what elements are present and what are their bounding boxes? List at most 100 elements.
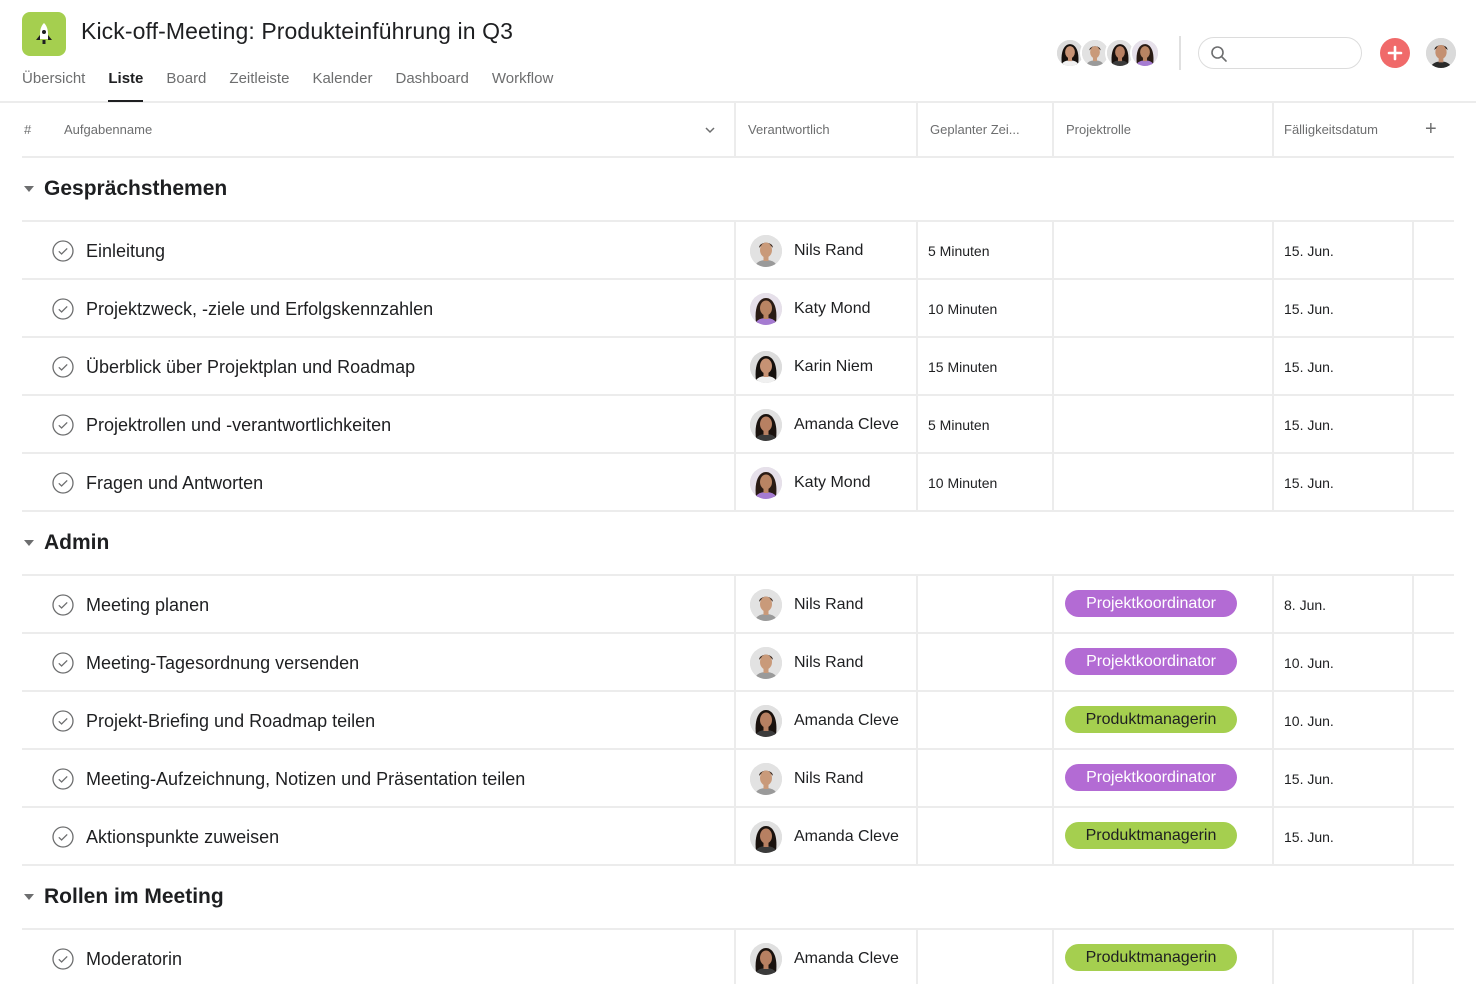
due-date[interactable]: 15. Jun. [1284,771,1334,787]
assignee[interactable]: Amanda Cleve [750,705,899,737]
due-date[interactable]: 15. Jun. [1284,829,1334,845]
project-role-badge[interactable]: Produktmanagerin [1065,944,1237,971]
task-row[interactable]: Meeting-Aufzeichnung, Notizen und Präsen… [22,750,1454,808]
complete-check-icon[interactable] [52,356,74,378]
complete-check-icon[interactable] [52,414,74,436]
assignee[interactable]: Nils Rand [750,589,863,621]
member-avatar[interactable] [1130,38,1160,68]
complete-check-icon[interactable] [52,298,74,320]
task-name[interactable]: Projektrollen und -verantwortlichkeiten [86,415,391,436]
tab-kalender[interactable]: Kalender [312,70,372,102]
due-date[interactable]: 15. Jun. [1284,475,1334,491]
collapse-triangle-icon[interactable] [24,894,34,900]
due-date[interactable]: 15. Jun. [1284,243,1334,259]
assignee[interactable]: Nils Rand [750,763,863,795]
task-name[interactable]: Projekt-Briefing und Roadmap teilen [86,711,375,732]
column-divider [1412,692,1414,748]
assignee[interactable]: Amanda Cleve [750,943,899,975]
column-assignee[interactable]: Verantwortlich [748,103,830,156]
task-row[interactable]: Meeting planen Nils Rand Projektkoordina… [22,576,1454,634]
project-role-badge[interactable]: Projektkoordinator [1065,764,1237,791]
search-input[interactable] [1233,44,1353,64]
complete-check-icon[interactable] [52,240,74,262]
column-divider [734,103,736,156]
project-icon[interactable] [22,12,66,56]
assignee-name: Katy Mond [794,474,871,491]
complete-check-icon[interactable] [52,948,74,970]
tab-zeitleiste[interactable]: Zeitleiste [229,70,289,102]
complete-check-icon[interactable] [52,826,74,848]
assignee[interactable]: Katy Mond [750,293,870,325]
project-role-badge[interactable]: Produktmanagerin [1065,706,1237,733]
task-name[interactable]: Aktionspunkte zuweisen [86,827,279,848]
task-row[interactable]: Projektrollen und -verantwortlichkeiten … [22,396,1454,454]
assignee[interactable]: Karin Niem [750,351,873,383]
column-sort-chevron[interactable] [704,103,716,156]
tab-dashboard[interactable]: Dashboard [395,70,468,102]
tab-übersicht[interactable]: Übersicht [22,70,85,102]
due-date[interactable]: 15. Jun. [1284,359,1334,375]
chevron-down-icon [705,126,715,133]
column-divider [734,808,736,864]
project-role-badge[interactable]: Produktmanagerin [1065,822,1237,849]
planned-time[interactable]: 5 Minuten [928,417,989,433]
column-divider [1412,338,1414,394]
task-row[interactable]: Meeting-Tagesordnung versenden Nils Rand… [22,634,1454,692]
complete-check-icon[interactable] [52,594,74,616]
complete-check-icon[interactable] [52,768,74,790]
task-row[interactable]: Fragen und Antworten Katy Mond 10 Minute… [22,454,1454,512]
assignee[interactable]: Nils Rand [750,647,863,679]
due-date[interactable]: 10. Jun. [1284,713,1334,729]
section-title[interactable]: Rollen im Meeting [44,885,224,909]
user-avatar[interactable] [1426,38,1456,68]
complete-check-icon[interactable] [52,710,74,732]
section-title[interactable]: Gesprächsthemen [44,177,227,201]
task-name[interactable]: Meeting-Tagesordnung versenden [86,653,359,674]
project-role-badge[interactable]: Projektkoordinator [1065,590,1237,617]
search-box[interactable] [1198,37,1362,69]
assignee[interactable]: Katy Mond [750,467,870,499]
task-name[interactable]: Meeting-Aufzeichnung, Notizen und Präsen… [86,769,525,790]
section-title[interactable]: Admin [44,531,109,555]
task-row[interactable]: Projektzweck, -ziele und Erfolgskennzahl… [22,280,1454,338]
planned-time[interactable]: 15 Minuten [928,359,997,375]
task-row[interactable]: Moderatorin Amanda Cleve Produktmanageri… [22,930,1454,984]
planned-time[interactable]: 10 Minuten [928,301,997,317]
column-task-name[interactable]: Aufgabenname [64,103,152,156]
collapse-triangle-icon[interactable] [24,186,34,192]
planned-time[interactable]: 5 Minuten [928,243,989,259]
tab-board[interactable]: Board [166,70,206,102]
due-date[interactable]: 15. Jun. [1284,301,1334,317]
due-date[interactable]: 8. Jun. [1284,597,1326,613]
task-row[interactable]: Aktionspunkte zuweisen Amanda Cleve Prod… [22,808,1454,866]
task-name[interactable]: Überblick über Projektplan und Roadmap [86,357,415,378]
task-name[interactable]: Einleitung [86,241,165,262]
assignee-avatar [750,821,782,853]
due-date[interactable]: 15. Jun. [1284,417,1334,433]
task-row[interactable]: Projekt-Briefing und Roadmap teilen Aman… [22,692,1454,750]
column-project-role[interactable]: Projektrolle [1066,103,1131,156]
add-column-button[interactable]: + [1425,103,1437,156]
tab-liste[interactable]: Liste [108,70,144,102]
column-divider [916,576,918,632]
task-name[interactable]: Moderatorin [86,949,182,970]
add-button[interactable] [1380,38,1410,68]
complete-check-icon[interactable] [52,652,74,674]
collapse-triangle-icon[interactable] [24,540,34,546]
planned-time[interactable]: 10 Minuten [928,475,997,491]
assignee[interactable]: Amanda Cleve [750,409,899,441]
due-date[interactable]: 10. Jun. [1284,655,1334,671]
assignee[interactable]: Nils Rand [750,235,863,267]
task-name[interactable]: Meeting planen [86,595,209,616]
complete-check-icon[interactable] [52,472,74,494]
project-role-badge[interactable]: Projektkoordinator [1065,648,1237,675]
assignee[interactable]: Amanda Cleve [750,821,899,853]
task-row[interactable]: Einleitung Nils Rand 5 Minuten 15. Jun. [22,222,1454,280]
project-members[interactable] [1055,38,1160,68]
task-name[interactable]: Projektzweck, -ziele und Erfolgskennzahl… [86,299,433,320]
task-row[interactable]: Überblick über Projektplan und Roadmap K… [22,338,1454,396]
column-planned-time[interactable]: Geplanter Zei... [930,103,1020,156]
tab-workflow[interactable]: Workflow [492,70,553,102]
column-due-date[interactable]: Fälligkeitsdatum [1284,103,1378,156]
task-name[interactable]: Fragen und Antworten [86,473,263,494]
